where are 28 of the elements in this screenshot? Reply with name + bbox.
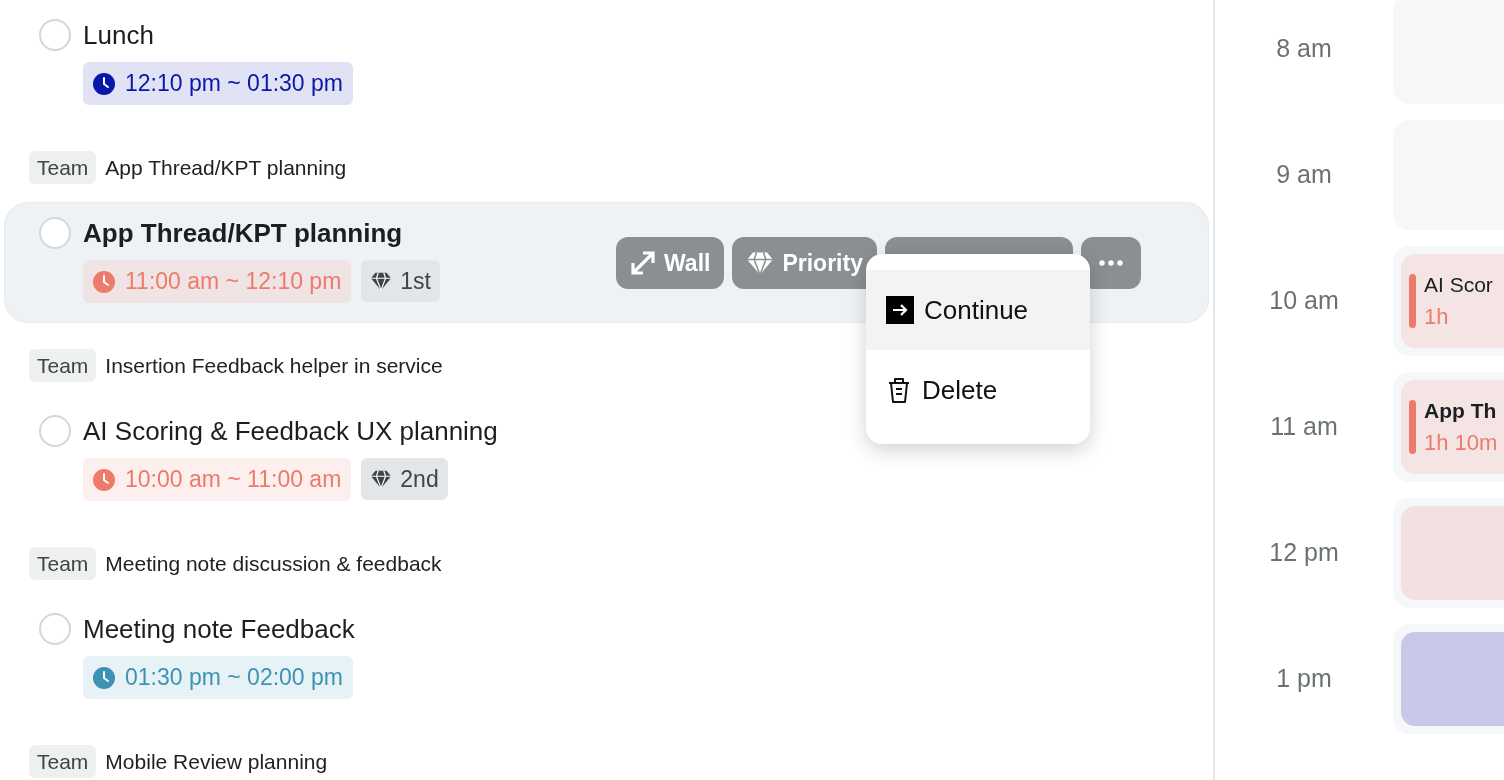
time-chip: 11:00 am ~ 12:10 pm — [83, 260, 352, 303]
task-title: App Thread/KPT planning — [83, 217, 404, 250]
event-duration: 1h — [1424, 303, 1450, 332]
event-duration: 1h 10m — [1424, 429, 1498, 458]
hour-label: 9 am — [1275, 159, 1333, 191]
group-title: App Thread/KPT planning — [105, 154, 347, 181]
task-title: AI Scoring & Feedback UX planning — [83, 415, 498, 448]
task-title: Meeting note Feedback — [83, 613, 355, 646]
group-title: Mobile Review planning — [105, 748, 328, 775]
tag-label: Team — [29, 349, 97, 382]
hour-label: 12 pm — [1268, 537, 1340, 569]
task-title: Lunch — [83, 19, 155, 52]
group-title: Insertion Feedback helper in service — [105, 352, 443, 379]
event-title: AI Scor — [1424, 271, 1493, 298]
tag-label: Team — [29, 547, 97, 580]
hour-label: 11 am — [1269, 411, 1339, 443]
time-chip: 10:00 am ~ 11:00 am — [83, 458, 352, 501]
priority-chip: 1st — [361, 260, 440, 302]
hour-label: 1 pm — [1275, 663, 1333, 695]
time-chip: 12:10 pm ~ 01:30 pm — [83, 62, 353, 105]
tag-label: Team — [29, 745, 97, 778]
tag-label: Team — [29, 151, 97, 184]
hour-label: 10 am — [1268, 285, 1340, 317]
time-chip: 01:30 pm ~ 02:00 pm — [83, 656, 353, 699]
priority-chip: 2nd — [361, 458, 448, 500]
group-title: Meeting note discussion & feedback — [105, 550, 442, 577]
event-title: App Th — [1424, 397, 1498, 424]
hour-label: 8 am — [1275, 33, 1333, 65]
